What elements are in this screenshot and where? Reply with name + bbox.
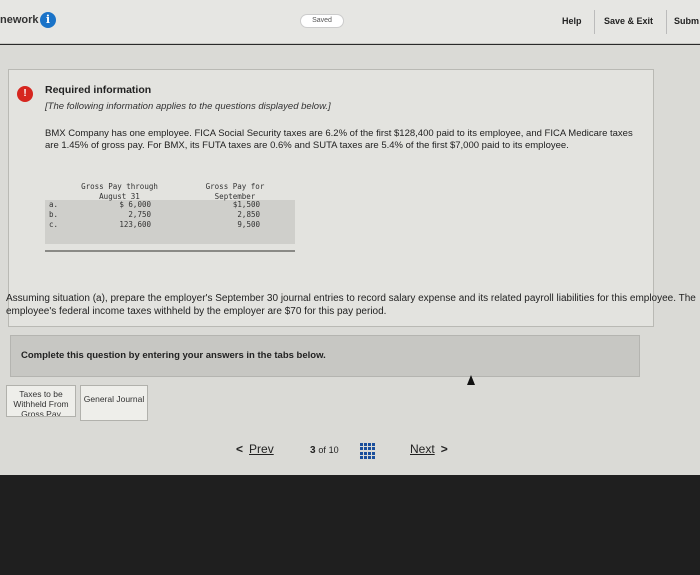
- table-row: b. 2,750 2,850: [45, 210, 295, 220]
- alert-icon: !: [17, 86, 33, 102]
- info-icon[interactable]: i: [40, 12, 56, 28]
- help-button[interactable]: Help: [562, 16, 582, 26]
- cell-through-august: 2,750: [128, 210, 151, 219]
- question-text: Assuming situation (a), prepare the empl…: [6, 293, 696, 317]
- table-divider: [45, 250, 295, 252]
- pagination: < Prev 3 of 10 Next >: [0, 440, 700, 462]
- mouse-cursor-icon: [467, 375, 475, 385]
- table-row: a. $ 6,000 $1,500: [45, 200, 295, 210]
- row-label: a.: [49, 200, 59, 209]
- divider: [666, 10, 667, 34]
- prev-button[interactable]: < Prev: [236, 442, 274, 456]
- screen-bezel: [0, 475, 700, 575]
- page-indicator: 3 of 10: [310, 445, 339, 456]
- chevron-right-icon: >: [440, 442, 448, 456]
- column-header-september: Gross Pay for September: [205, 182, 265, 201]
- instructions-bar: Complete this question by entering your …: [10, 335, 640, 377]
- chevron-left-icon: <: [236, 442, 244, 456]
- next-button[interactable]: Next >: [410, 442, 448, 456]
- cell-through-august: 123,600: [119, 220, 151, 229]
- table-row: c. 123,600 9,500: [45, 220, 295, 230]
- column-header-through-august: Gross Pay through August 31: [81, 182, 158, 201]
- assignment-title: nework: [0, 14, 39, 26]
- divider: [594, 10, 595, 34]
- required-title: Required information: [45, 84, 152, 96]
- total-pages: 10: [328, 445, 339, 455]
- required-information-box: ! Required information [The following in…: [8, 69, 654, 327]
- required-text: BMX Company has one employee. FICA Socia…: [45, 128, 633, 151]
- prev-label: Prev: [249, 442, 274, 456]
- tab-general-journal[interactable]: General Journal: [80, 385, 148, 421]
- instructions-text: Complete this question by entering your …: [21, 350, 326, 361]
- cell-september: 2,850: [237, 210, 260, 219]
- row-label: b.: [49, 210, 59, 219]
- cell-through-august: $ 6,000: [119, 200, 151, 209]
- required-note: [The following information applies to th…: [45, 101, 331, 112]
- top-bar: nework i Saved Help Save & Exit Subm: [0, 0, 700, 44]
- cell-september: $1,500: [232, 200, 260, 209]
- next-label: Next: [410, 442, 435, 456]
- question-panel: ! Required information [The following in…: [0, 45, 700, 475]
- grid-icon[interactable]: [360, 443, 376, 459]
- save-exit-button[interactable]: Save & Exit: [604, 16, 653, 26]
- submit-button[interactable]: Subm: [674, 16, 699, 26]
- row-label: c.: [49, 220, 59, 229]
- cell-september: 9,500: [237, 220, 260, 229]
- of-label: of: [318, 445, 326, 455]
- saved-status-badge: Saved: [300, 14, 344, 28]
- current-page: 3: [310, 445, 316, 456]
- tab-taxes-withheld[interactable]: Taxes to be Withheld From Gross Pay: [6, 385, 76, 417]
